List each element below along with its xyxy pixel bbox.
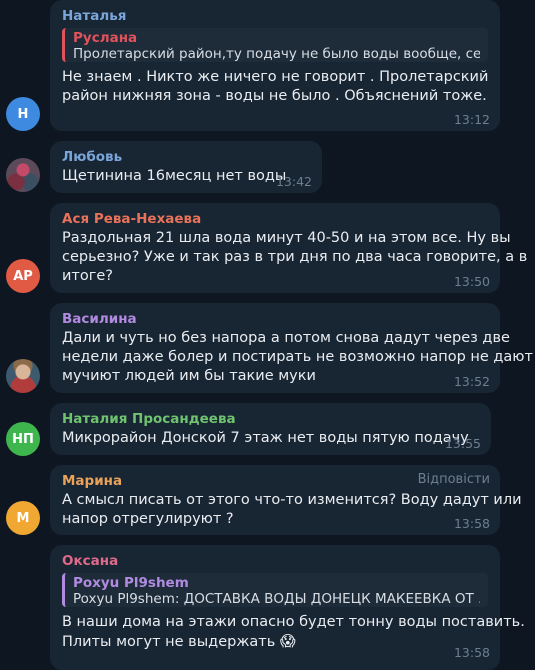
avatar-initials: Н [17,106,29,122]
message-time: 13:58 [453,516,490,531]
avatar[interactable]: Н [6,97,40,131]
reply-sender: Poxyu Pl9shem [73,575,189,591]
message-time: 13:55 [444,436,481,451]
avatar-initials: АР [13,268,33,284]
avatar-initials: НП [12,431,34,447]
reply-quote[interactable]: Poxyu Pl9shem Poxyu Pl9shem: ДОСТАВКА ВО… [62,573,488,607]
message-text: напор отрегулируют ? [62,511,234,527]
message-text: итоге? [62,268,113,284]
message-bubble[interactable]: Ася Рева-Нехаева Раздольная 21 шла вода … [50,203,528,293]
avatar[interactable] [6,158,40,192]
reply-sender: Руслана [73,30,138,46]
message-time: 13:50 [453,274,490,289]
message-bubble[interactable]: Оксана Poxyu Pl9shem Poxyu Pl9shem: ДОСТ… [50,545,525,670]
message-text: Не знаем . Никто же ничего не говорит . … [62,69,489,85]
scream-emoji-icon: 😱 [279,632,296,650]
message-time: 13:42 [275,174,312,189]
message-time: 13:58 [453,645,490,660]
reply-action[interactable]: Відповісти [418,472,490,487]
sender-name[interactable]: Ася Рева-Нехаева [62,209,488,229]
sender-name[interactable]: Наталья [62,6,488,26]
message-bubble[interactable]: Наталья Руслана Пролетарский район,ту по… [50,0,500,131]
reply-quote[interactable]: Руслана Пролетарский район,ту подачу не … [62,28,488,62]
message-bubble[interactable]: Марина Відповісти А смысл писать от этог… [50,465,522,535]
message-text: А смысл писать от этого что-то изменится… [62,492,522,508]
sender-name[interactable]: Любовь [62,147,310,167]
message-time: 13:52 [453,374,490,389]
sender-name[interactable]: Василина [62,309,488,329]
message-text: серьезно? Уже и так раз в три дня по два… [62,249,528,265]
message-text: Плиты могут не выдержать 😱 [62,632,488,652]
message-text: В наши дома на этажи опасно будет тонну … [62,614,525,630]
message-text: Щетинина 16месяц нет воды [62,168,287,184]
message-text: мучиют людей им бы такие муки [62,368,316,384]
sender-name[interactable]: Наталия Просандеева [62,409,479,429]
message-time: 13:12 [453,112,490,127]
message-text: недели даже болер и постирать не возможн… [62,349,533,365]
avatar[interactable] [6,359,40,393]
avatar[interactable]: НП [6,422,40,456]
message-bubble[interactable]: Любовь Щетинина 16месяц нет воды 13:42 [50,141,322,193]
message-text: Дали и чуть но без напора а потом снова … [62,330,510,346]
reply-text: Пролетарский район,ту подачу не было вод… [73,46,480,62]
message-bubble[interactable]: Наталия Просандеева Микрорайон Донской 7… [50,403,491,455]
message-text: Раздольная 21 шла вода минут 40-50 и на … [62,230,511,246]
message-text: район нижняя зона - воды не было . Объяс… [62,88,487,104]
reply-text: Poxyu Pl9shem: ДОСТАВКА ВОДЫ ДОНЕЦК МАКЕ… [73,591,480,607]
message-bubble[interactable]: Василина Дали и чуть но без напора а пот… [50,303,533,393]
avatar-initials: М [16,510,30,526]
message-text: Микрорайон Донской 7 этаж нет воды пятую… [62,430,469,446]
avatar[interactable]: АР [6,259,40,293]
avatar[interactable]: М [6,501,40,535]
message-text-line: Плиты могут не выдержать [62,634,276,650]
sender-name[interactable]: Оксана [62,551,488,571]
